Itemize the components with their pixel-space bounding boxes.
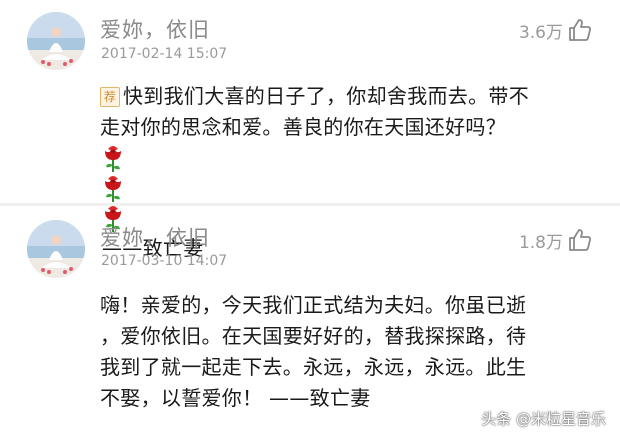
rose-emoji (100, 143, 600, 173)
comment-text: 嗨！亲爱的，今天我们正式结为夫妇。你虽已逝 ，爱你依旧。在天国要好好的，替我探探… (100, 290, 600, 414)
like-button[interactable]: 1.8万 (519, 227, 593, 253)
like-count: 3.6万 (518, 22, 563, 43)
timestamp: 2017-03-10 14:07 (101, 253, 228, 269)
comment-line: 我到了就一起走下去。永远，永远，永远。此生 (100, 355, 527, 379)
rose-emoji (100, 173, 600, 203)
username[interactable]: 爱妳，依旧 (100, 222, 210, 252)
watermark: 头条 @米粒星音乐 (481, 410, 606, 428)
like-count: 1.8万 (518, 232, 563, 253)
avatar[interactable] (27, 220, 85, 278)
avatar-image (27, 220, 85, 278)
timestamp: 2017-02-14 15:07 (101, 46, 228, 62)
like-button[interactable]: 3.6万 (519, 17, 593, 43)
divider (0, 203, 620, 206)
comment-line: 走对你的思念和爱。善良的你在天国还好吗？ (100, 115, 506, 139)
thumbs-up-icon[interactable] (567, 17, 593, 43)
thumbs-up-icon[interactable] (567, 227, 593, 253)
comment-line: ，爱你依旧。在天国要好好的，替我探探路，待 (100, 324, 527, 348)
comment-item: 爱妳，依旧 2017-02-14 15:07 3.6万 荐快到我们大喜的日子了，… (0, 0, 620, 260)
username[interactable]: 爱妳，依旧 (100, 14, 210, 44)
avatar-image (27, 12, 85, 70)
comment-item: 爱妳，依旧 2017-03-10 14:07 1.8万 嗨！亲爱的，今天我们正式… (0, 208, 620, 439)
comment-line: 荐快到我们大喜的日子了，你却舍我而去。带不 (100, 81, 600, 112)
comment-line: 嗨！亲爱的，今天我们正式结为夫妇。你虽已逝 (100, 293, 527, 317)
recommend-badge: 荐 (100, 87, 120, 107)
avatar[interactable] (27, 12, 85, 70)
